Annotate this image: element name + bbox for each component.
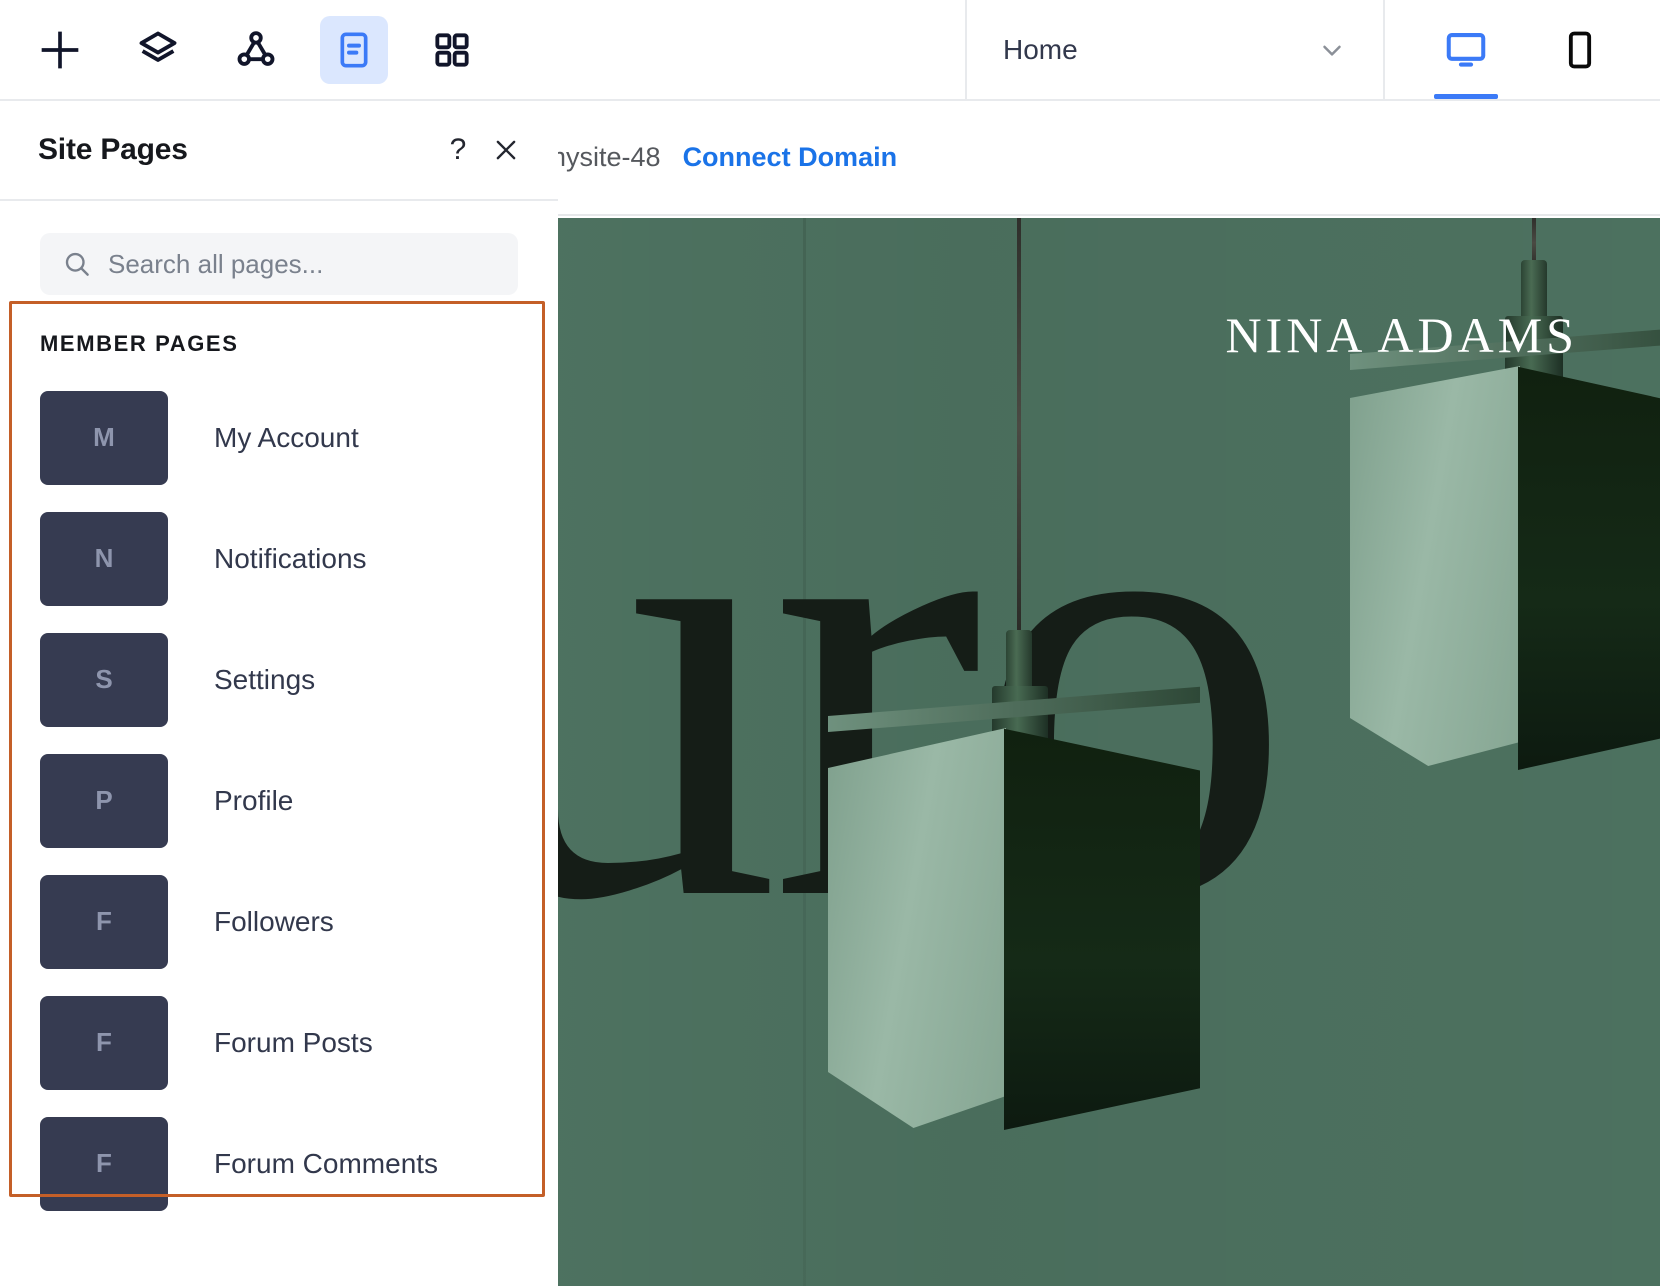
page-item-label: Settings [214,664,315,696]
list-item[interactable]: M My Account [0,377,558,498]
member-pages-list: M My Account N Notifications S Settings P Profi… [0,371,558,1224]
chevron-down-icon [1317,35,1347,65]
search-icon [62,249,92,279]
page-item-label: Profile [214,785,293,817]
help-button[interactable]: ? [434,126,482,174]
connect-domain-link[interactable]: Connect Domain [683,142,898,173]
page-item-label: Followers [214,906,334,938]
add-button[interactable] [26,16,94,84]
list-item[interactable]: F Forum Comments [0,1103,558,1224]
page-thumbnail: P [40,754,168,848]
list-item[interactable]: F Forum Posts [0,982,558,1103]
search-area [0,201,558,313]
brand-name: NINA ADAMS [1225,306,1578,364]
page-selector-value: Home [1003,34,1078,66]
device-toggle-group [1385,0,1660,99]
page-thumbnail: M [40,391,168,485]
close-icon [491,135,521,165]
page-thumbnail: F [40,875,168,969]
page-item-label: My Account [214,422,359,454]
apps-grid-icon [432,30,472,70]
page-item-label: Forum Comments [214,1148,438,1180]
page-item-label: Notifications [214,543,367,575]
desktop-view-icon [1443,27,1489,73]
list-item[interactable]: P Profile [0,740,558,861]
list-item[interactable]: S Settings [0,619,558,740]
layers-icon [136,28,180,72]
page-selector[interactable]: Home [965,0,1385,99]
site-structure-icon [234,28,278,72]
tool-group [0,0,516,99]
list-item[interactable]: F Followers [0,861,558,982]
apps-grid-button[interactable] [418,16,486,84]
layers-button[interactable] [124,16,192,84]
help-icon: ? [450,135,467,165]
site-pages-panel: Site Pages ? [0,101,558,1286]
list-item[interactable]: N Notifications [0,498,558,619]
close-panel-button[interactable] [482,126,530,174]
mobile-view-icon [1558,28,1602,72]
page-title: Site Pages [38,133,188,167]
page-thumbnail: F [40,996,168,1090]
add-icon [38,28,82,72]
page-thumbnail: F [40,1117,168,1211]
page-thumbnail: N [40,512,168,606]
toolbar-spacer [516,0,965,99]
pages-button[interactable] [320,16,388,84]
member-pages-section-label: MEMBER PAGES [0,313,558,371]
top-toolbar: Home [0,0,1660,101]
panel-header: Site Pages ? [0,101,558,201]
page-thumbnail: S [40,633,168,727]
mobile-view-button[interactable] [1540,0,1620,99]
desktop-view-button[interactable] [1426,0,1506,99]
search-box[interactable] [40,233,518,295]
pages-icon [334,30,374,70]
app-root: Home [0,0,1660,1286]
site-structure-button[interactable] [222,16,290,84]
search-input[interactable] [108,249,496,280]
page-item-label: Forum Posts [214,1027,373,1059]
